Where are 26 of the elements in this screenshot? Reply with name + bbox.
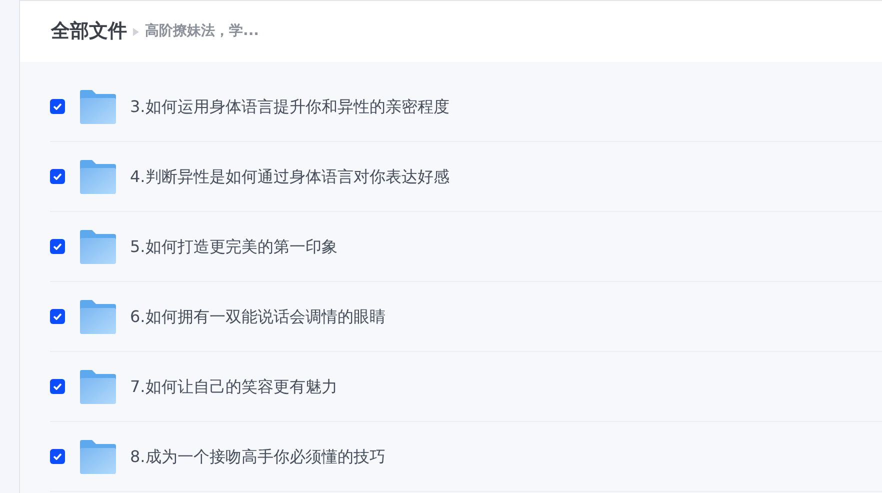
checkbox[interactable] [50, 449, 65, 464]
checkbox[interactable] [50, 99, 65, 114]
check-icon [53, 383, 62, 390]
check-icon [53, 243, 62, 250]
folder-name[interactable]: 8.成为一个接吻高手你必须懂的技巧 [130, 444, 386, 468]
folder-icon [80, 370, 116, 404]
checkbox[interactable] [50, 379, 65, 394]
triangle-icon [133, 28, 139, 36]
folder-name[interactable]: 4.判断异性是如何通过身体语言对你表达好感 [130, 164, 450, 188]
folder-name[interactable]: 7.如何让自己的笑容更有魅力 [130, 374, 338, 398]
page-title: 全部文件 [51, 19, 127, 44]
folder-name[interactable]: 6.如何拥有一双能说话会调情的眼睛 [130, 304, 386, 328]
check-icon [53, 103, 62, 110]
folder-icon [80, 300, 116, 334]
folder-name[interactable]: 3.如何运用身体语言提升你和异性的亲密程度 [130, 94, 450, 118]
folder-name[interactable]: 5.如何打造更完美的第一印象 [130, 234, 338, 258]
checkbox[interactable] [50, 169, 65, 184]
folder-icon [80, 90, 116, 124]
check-icon [53, 173, 62, 180]
folder-icon [80, 160, 116, 194]
folder-icon [80, 440, 116, 474]
check-icon [53, 453, 62, 460]
folder-icon [80, 230, 116, 264]
checkbox[interactable] [50, 309, 65, 324]
check-icon [53, 313, 62, 320]
checkbox[interactable] [50, 239, 65, 254]
